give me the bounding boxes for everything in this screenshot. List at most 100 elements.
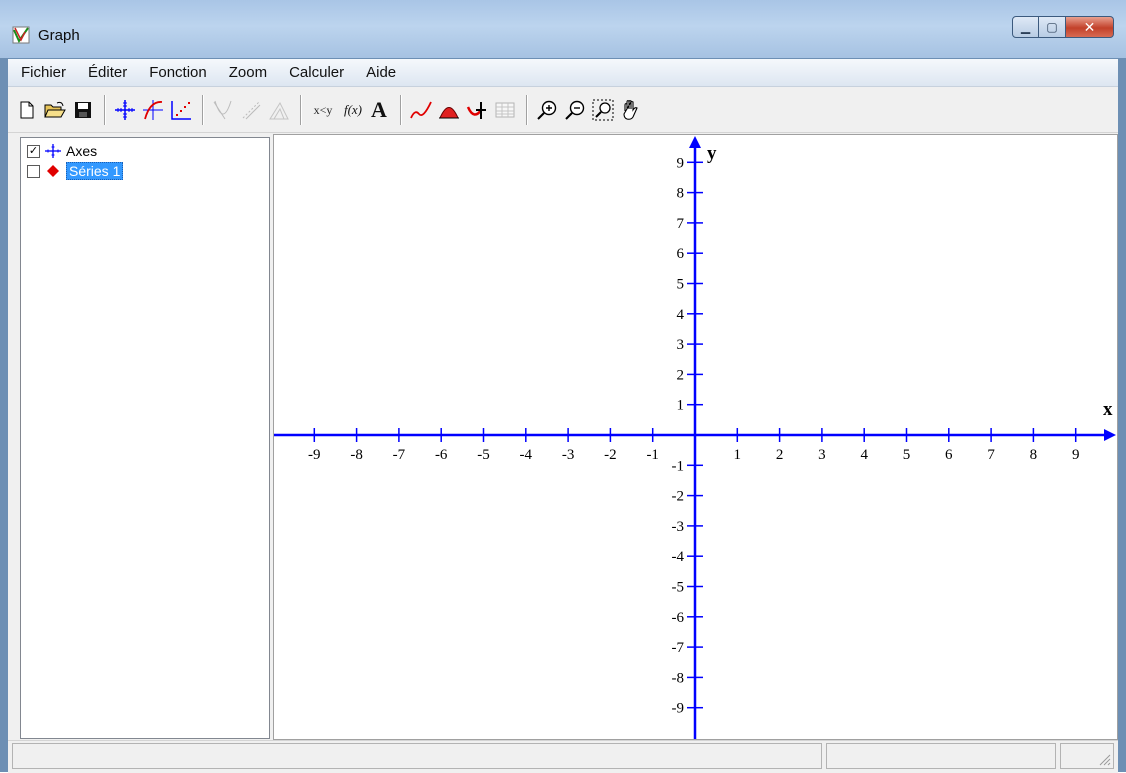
menu-calculer[interactable]: Calculer	[278, 59, 355, 86]
y-tick-label: -9	[672, 701, 685, 717]
axes-icon	[115, 100, 135, 120]
shading-button[interactable]	[238, 97, 264, 123]
y-tick-label: 7	[677, 216, 685, 232]
status-pane-coords	[826, 743, 1056, 769]
y-tick-label: 4	[677, 307, 685, 323]
insert-function-button[interactable]	[140, 97, 166, 123]
function-fx-icon: f(x)	[343, 102, 363, 117]
zoom-window-icon	[592, 99, 614, 121]
tangent-icon	[213, 100, 232, 120]
save-icon	[75, 102, 91, 118]
new-file-button[interactable]	[14, 97, 40, 123]
save-button[interactable]	[70, 97, 96, 123]
zoom-in-button[interactable]	[534, 97, 560, 123]
status-pane-main	[12, 743, 822, 769]
table-icon	[495, 102, 515, 118]
pan-button[interactable]	[618, 97, 644, 123]
x-tick-label: 4	[860, 447, 868, 463]
tangent-button[interactable]	[210, 97, 236, 123]
open-folder-icon	[44, 101, 66, 118]
zoom-out-icon	[565, 100, 585, 120]
x-tick-label: 8	[1030, 447, 1038, 463]
tree-label-axes: Axes	[66, 143, 98, 159]
y-tick-label: 9	[677, 155, 685, 171]
zoom-out-button[interactable]	[562, 97, 588, 123]
coordinate-system[interactable]: -9 -8 -7 -6 -5 -4 -3 -2 -1 1 2 3 4 5 6 7 8 9 9 8 7 6 5 4 3 2 1 -1 -2…	[274, 135, 1117, 739]
axes-button[interactable]	[112, 97, 138, 123]
maximize-icon: ▢	[1046, 20, 1058, 34]
zoom-in-icon	[537, 100, 557, 120]
close-button[interactable]: ✕	[1066, 16, 1114, 38]
y-tick-label: 2	[677, 367, 685, 383]
y-tick-label: -3	[672, 519, 685, 535]
y-tick-label: -6	[672, 610, 685, 626]
axes-icon	[45, 144, 61, 158]
y-tick-label: -8	[672, 670, 685, 686]
zoom-window-button[interactable]	[590, 97, 616, 123]
menu-fonction[interactable]: Fonction	[138, 59, 218, 86]
x-axis-arrow	[1104, 429, 1116, 441]
insert-point-icon	[466, 102, 486, 119]
y-axis-label: y	[707, 143, 717, 164]
text-xy-icon: x<y	[313, 102, 333, 117]
x-tick-label: -7	[393, 447, 406, 463]
title-bar[interactable]: Graph ▁ ▢ ✕	[0, 0, 1126, 58]
y-axis-arrow	[689, 136, 701, 148]
relation-button[interactable]	[266, 97, 292, 123]
y-tick-label: -7	[672, 640, 685, 656]
insert-function-icon	[143, 100, 163, 120]
x-tick-label: 5	[903, 447, 911, 463]
point-series-button[interactable]	[168, 97, 194, 123]
x-tick-label: -2	[604, 447, 617, 463]
app-window: Graph ▁ ▢ ✕ Fichier Éditer Fonction Zoom…	[0, 0, 1126, 773]
insert-point-button[interactable]	[464, 97, 490, 123]
menu-aide[interactable]: Aide	[355, 59, 407, 86]
y-tick-label: 3	[677, 337, 685, 353]
text-label-button[interactable]: A	[366, 97, 392, 123]
menu-fichier[interactable]: Fichier	[8, 59, 77, 86]
y-tick-label: 6	[677, 246, 685, 262]
y-tick-label: -5	[672, 580, 685, 596]
shading-icon	[242, 101, 261, 120]
x-tick-label: 3	[818, 447, 826, 463]
table-button[interactable]	[492, 97, 518, 123]
graph-canvas[interactable]: -9 -8 -7 -6 -5 -4 -3 -2 -1 1 2 3 4 5 6 7 8 9 9 8 7 6 5 4 3 2 1 -1 -2…	[273, 134, 1118, 740]
x-tick-label: -6	[435, 447, 448, 463]
point-series-icon	[171, 101, 191, 120]
y-tick-label: 5	[677, 277, 685, 293]
text-xy-button[interactable]: x<y	[308, 97, 338, 123]
text-label-icon: A	[371, 97, 387, 122]
toolbar: x<y f(x) A	[8, 87, 1118, 133]
resize-grip-icon[interactable]	[1097, 752, 1111, 766]
x-tick-label: 2	[776, 447, 784, 463]
x-tick-label: 7	[987, 447, 995, 463]
maximize-button[interactable]: ▢	[1039, 16, 1066, 38]
tree-item-series-1[interactable]: Séries 1	[27, 162, 124, 180]
status-pane-extra	[1060, 743, 1114, 769]
menu-editer[interactable]: Éditer	[77, 59, 138, 86]
graph-app-icon	[12, 26, 30, 44]
y-tick-label: 1	[677, 398, 685, 414]
function-list-panel[interactable]: ✓ Axes Séries 1	[20, 137, 270, 739]
y-tick-label: -4	[672, 549, 685, 565]
function-fx-button[interactable]: f(x)	[340, 97, 366, 123]
red-diamond-icon	[47, 165, 59, 177]
x-tick-label: 6	[945, 447, 953, 463]
tree-item-axes[interactable]: ✓ Axes	[27, 142, 97, 160]
axes-checkbox[interactable]: ✓	[27, 144, 40, 158]
menu-bar: Fichier Éditer Fonction Zoom Calculer Ai…	[8, 59, 1118, 87]
evaluate-area-button[interactable]	[436, 97, 462, 123]
close-icon: ✕	[1083, 18, 1096, 35]
pan-hand-icon	[623, 100, 638, 120]
window-title: Graph	[38, 27, 80, 44]
trendline-button[interactable]	[408, 97, 434, 123]
series-checkbox[interactable]	[27, 164, 40, 178]
minimize-icon: ▁	[1020, 20, 1031, 34]
relation-icon	[269, 101, 289, 120]
y-tick-label: 8	[677, 186, 685, 202]
evaluate-area-icon	[439, 107, 459, 119]
status-bar	[8, 740, 1118, 773]
open-file-button[interactable]	[42, 97, 68, 123]
menu-zoom[interactable]: Zoom	[218, 59, 278, 86]
minimize-button[interactable]: ▁	[1012, 16, 1039, 38]
